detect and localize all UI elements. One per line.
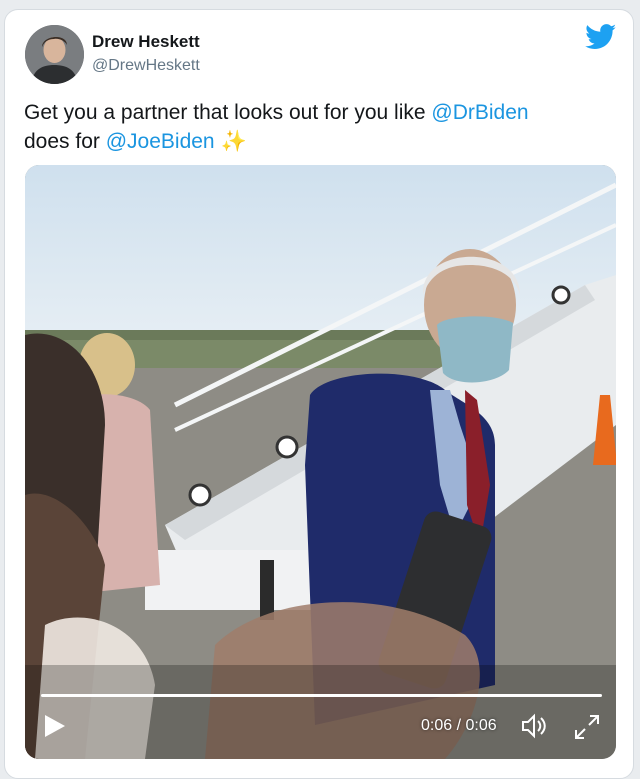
- tweet-line-1: Get you a partner that looks out for you…: [24, 98, 614, 127]
- tweet-text-part: Get you a partner that looks out for you…: [24, 101, 432, 124]
- twitter-bird-icon[interactable]: [585, 24, 617, 50]
- sparkles-emoji: ✨: [220, 130, 247, 153]
- play-icon[interactable]: [41, 713, 67, 739]
- avatar-image: [25, 25, 84, 84]
- user-handle[interactable]: @DrewHeskett: [92, 57, 200, 75]
- avatar[interactable]: [25, 25, 84, 84]
- mention-joebiden-link[interactable]: @JoeBiden: [106, 130, 215, 153]
- volume-icon[interactable]: [520, 713, 550, 739]
- tweet-text: Get you a partner that looks out for you…: [24, 98, 614, 156]
- video-time: 0:06 / 0:06: [421, 717, 497, 734]
- video-player[interactable]: 0:06 / 0:06: [25, 165, 616, 759]
- fullscreen-icon[interactable]: [573, 713, 601, 741]
- mention-drbiden-link[interactable]: @DrBiden: [431, 101, 528, 124]
- tweet-card[interactable]: Drew Heskett @DrewHeskett Get you a part…: [4, 9, 634, 779]
- video-frame: [25, 165, 616, 759]
- user-name[interactable]: Drew Heskett: [92, 32, 200, 52]
- video-progress-bar[interactable]: [41, 694, 602, 697]
- tweet-line-2: does for @JoeBiden ✨: [24, 127, 614, 156]
- tweet-text-part: does for: [24, 130, 106, 153]
